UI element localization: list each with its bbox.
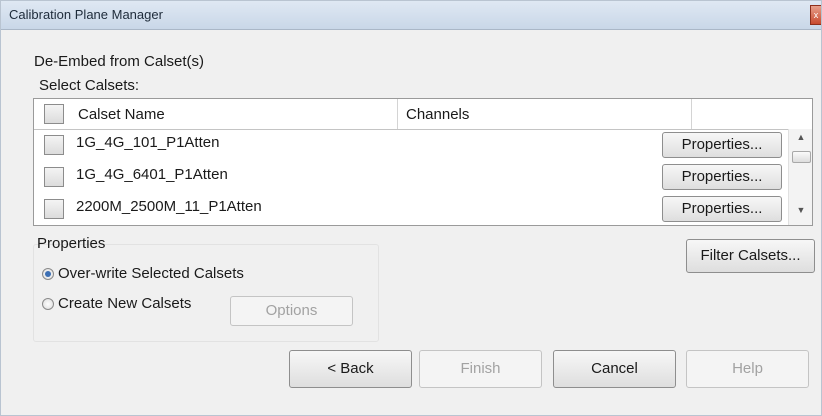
scroll-thumb[interactable] [792,151,811,163]
calset-grid: Calset Name Channels 1G_4G_101_P1Atten P… [33,98,813,226]
dialog-heading: De-Embed from Calset(s) [34,53,205,70]
select-calsets-label: Select Calsets: [39,77,140,94]
properties-group-label: Properties [37,235,106,252]
row-checkbox[interactable] [44,199,64,219]
properties-button[interactable]: Properties... [662,132,782,158]
back-button[interactable]: < Back [289,350,412,388]
properties-button[interactable]: Properties... [662,196,782,222]
calset-name: 1G_4G_101_P1Atten [76,134,220,151]
calset-name: 2200M_2500M_11_P1Atten [76,198,262,215]
calset-name: 1G_4G_6401_P1Atten [76,166,228,183]
column-header-actions [692,99,812,129]
column-header-calset-name[interactable]: Calset Name [34,99,398,129]
column-header-label: Calset Name [78,106,165,123]
close-icon[interactable]: x [810,5,821,25]
window-title: Calibration Plane Manager [9,7,163,22]
column-header-label: Channels [406,106,470,123]
table-row[interactable]: 2200M_2500M_11_P1Atten Properties... [34,193,788,225]
overwrite-label[interactable]: Over-write Selected Calsets [58,265,244,282]
grid-header: Calset Name Channels [34,99,812,130]
create-new-label[interactable]: Create New Calsets [58,295,191,312]
row-checkbox[interactable] [44,135,64,155]
table-row[interactable]: 1G_4G_101_P1Atten Properties... [34,129,788,161]
scroll-down-icon[interactable]: ▼ [789,205,813,215]
finish-button[interactable]: Finish [419,350,542,388]
options-button[interactable]: Options [230,296,353,326]
calibration-plane-manager-dialog: Calibration Plane Manager x De-Embed fro… [0,0,822,416]
filter-calsets-button[interactable]: Filter Calsets... [686,239,815,273]
grid-scrollbar[interactable]: ▲ ▼ [788,129,812,225]
column-header-channels[interactable]: Channels [398,99,692,129]
table-row[interactable]: 1G_4G_6401_P1Atten Properties... [34,161,788,193]
title-bar[interactable]: Calibration Plane Manager x [1,1,821,30]
properties-group [33,244,379,342]
select-all-checkbox[interactable] [44,104,64,124]
row-checkbox[interactable] [44,167,64,187]
create-new-radio[interactable] [42,298,54,310]
properties-button[interactable]: Properties... [662,164,782,190]
overwrite-radio[interactable] [42,268,54,280]
help-button[interactable]: Help [686,350,809,388]
cancel-button[interactable]: Cancel [553,350,676,388]
scroll-up-icon[interactable]: ▲ [789,132,813,142]
